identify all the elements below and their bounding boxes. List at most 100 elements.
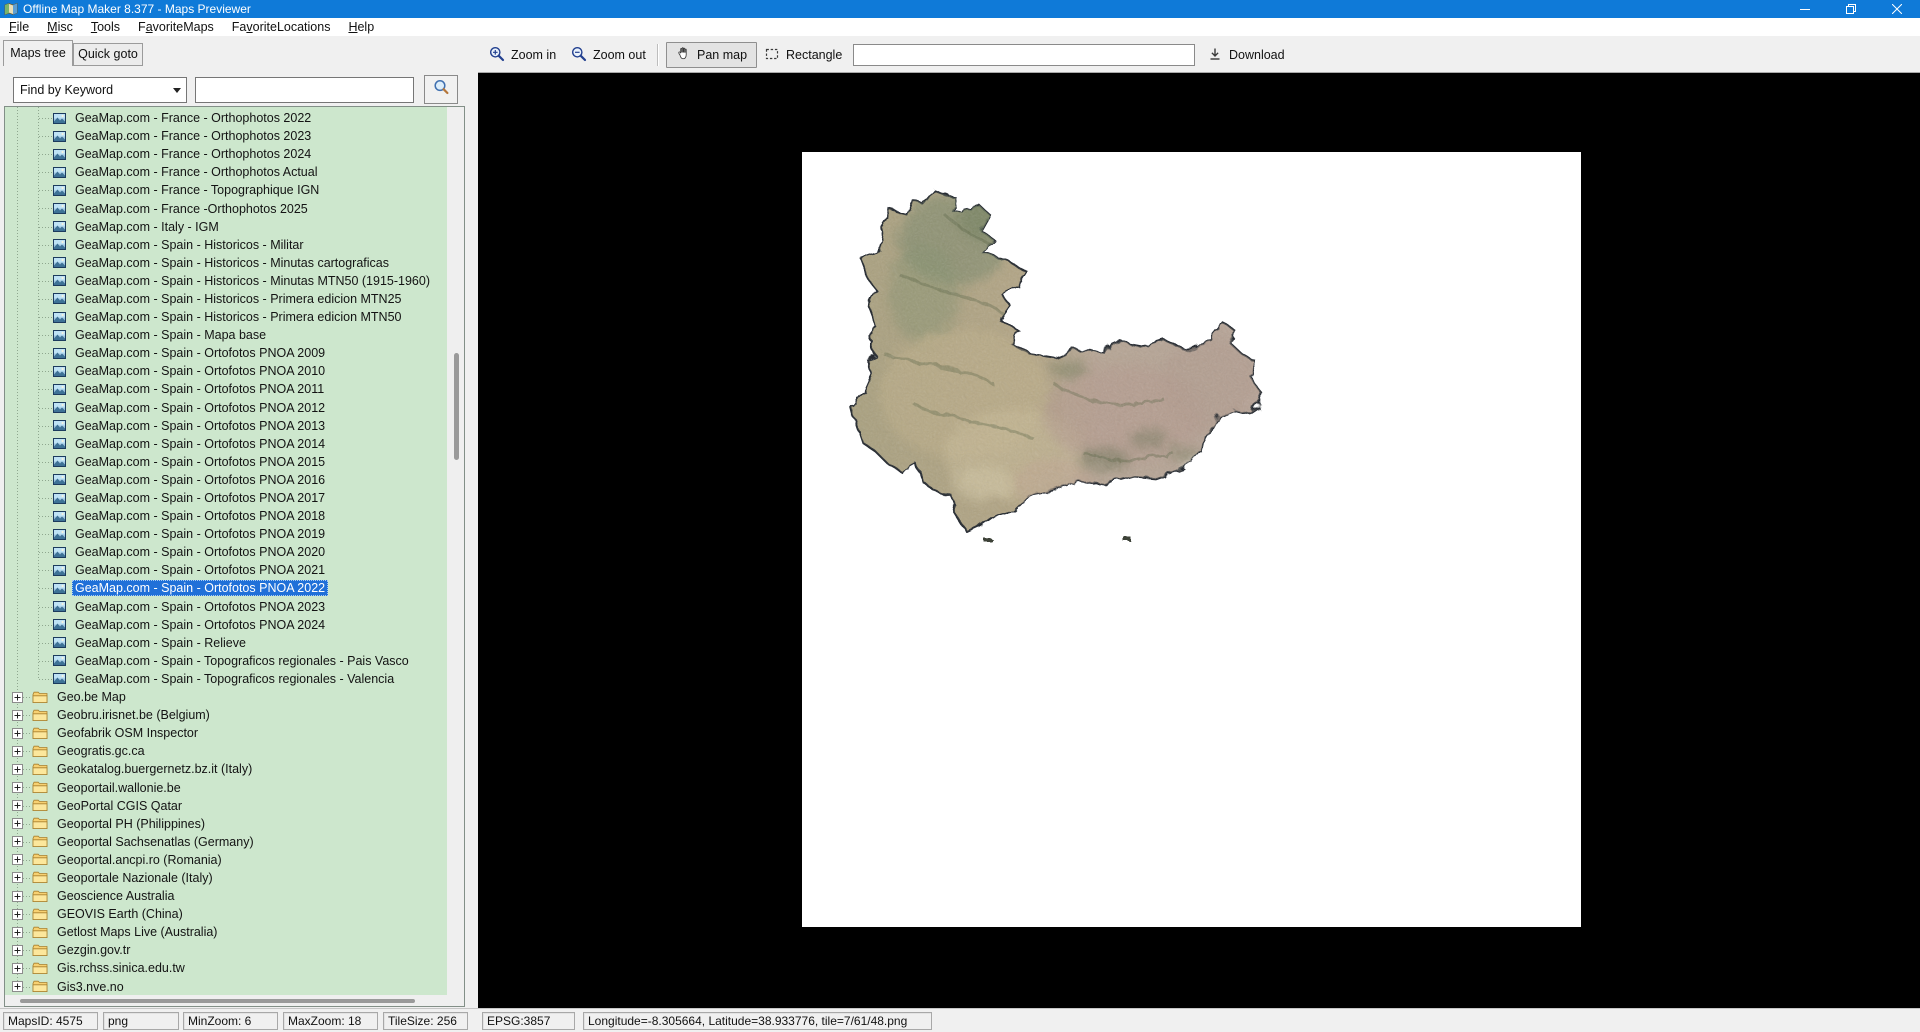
horizontal-scroll-thumb[interactable] [20,999,415,1003]
download-button[interactable]: Download [1202,42,1290,68]
expand-plus-icon[interactable] [12,927,23,938]
tree-map-row[interactable]: GeaMap.com - France - Orthophotos 2024 [5,145,447,163]
tree-folder-row[interactable]: Gis3.nve.no [5,978,447,996]
tree-map-row[interactable]: GeaMap.com - France - Topographique IGN [5,181,447,199]
chevron-down-icon[interactable] [168,78,186,102]
tree-map-row[interactable]: GeaMap.com - Spain - Relieve [5,634,447,652]
expand-plus-icon[interactable] [12,800,23,811]
vertical-scroll-thumb[interactable] [454,353,459,460]
tree-map-row[interactable]: GeaMap.com - Spain - Ortofotos PNOA 2023 [5,598,447,616]
tree-map-row[interactable]: GeaMap.com - Spain - Ortofotos PNOA 2012 [5,399,447,417]
keyword-search-input[interactable] [195,77,414,103]
tree-map-row[interactable]: GeaMap.com - Italy - IGM [5,218,447,236]
tree-map-row[interactable]: GeaMap.com - Spain - Historicos - Primer… [5,290,447,308]
tree-map-row[interactable]: GeaMap.com - Spain - Topograficos region… [5,652,447,670]
tree-map-row[interactable]: GeaMap.com - France - Orthophotos Actual [5,163,447,181]
tree-map-row[interactable]: GeaMap.com - Spain - Ortofotos PNOA 2021 [5,561,447,579]
tree-map-row[interactable]: GeaMap.com - France - Orthophotos 2022 [5,109,447,127]
tree-map-row[interactable]: GeaMap.com - Spain - Ortofotos PNOA 2017 [5,489,447,507]
folder-icon [32,835,48,848]
menu-item-favoritelocations[interactable]: FavoriteLocations [223,18,340,36]
tree-map-row[interactable]: GeaMap.com - Spain - Ortofotos PNOA 2014 [5,435,447,453]
expand-plus-icon[interactable] [12,891,23,902]
expand-plus-icon[interactable] [12,710,23,721]
tree-folder-row[interactable]: Gis.rchss.sinica.edu.tw [5,959,447,977]
map-layer-icon [53,384,66,395]
expand-plus-icon[interactable] [12,945,23,956]
expand-plus-icon[interactable] [12,764,23,775]
tree-map-row[interactable]: GeaMap.com - Spain - Ortofotos PNOA 2016 [5,471,447,489]
map-canvas[interactable] [478,73,1920,1008]
expand-plus-icon[interactable] [12,746,23,757]
maps-tree-viewport[interactable]: GeaMap.com - France - Orthophotos 2022Ge… [5,107,447,995]
map-layer-icon [53,637,66,648]
tab-maps-tree[interactable]: Maps tree [3,40,73,66]
folder-icon [32,871,48,884]
tree-vertical-scrollbar[interactable] [447,107,464,995]
menu-item-misc[interactable]: Misc [38,18,82,36]
minimize-button[interactable] [1782,0,1828,18]
map-layer-icon [53,312,66,323]
tree-map-row[interactable]: GeaMap.com - Spain - Historicos - Milita… [5,236,447,254]
tree-folder-row[interactable]: Getlost Maps Live (Australia) [5,923,447,941]
expand-plus-icon[interactable] [12,981,23,992]
tree-map-row[interactable]: GeaMap.com - Spain - Ortofotos PNOA 2011 [5,380,447,398]
tree-map-row[interactable]: GeaMap.com - Spain - Ortofotos PNOA 2019 [5,525,447,543]
pan-map-button[interactable]: Pan map [666,42,757,68]
expand-plus-icon[interactable] [12,836,23,847]
tree-folder-row[interactable]: Geofabrik OSM Inspector [5,724,447,742]
tree-map-row[interactable]: GeaMap.com - Spain - Ortofotos PNOA 2010 [5,362,447,380]
tree-map-row[interactable]: GeaMap.com - Spain - Ortofotos PNOA 2018 [5,507,447,525]
map-tile-area[interactable] [802,152,1581,927]
tree-folder-row[interactable]: Geo.be Map [5,688,447,706]
tree-folder-row[interactable]: GeoPortal CGIS Qatar [5,797,447,815]
tab-quick-goto[interactable]: Quick goto [73,43,143,66]
zoom-out-button[interactable]: Zoom out [566,42,651,68]
tree-folder-row[interactable]: GEOVIS Earth (China) [5,905,447,923]
tree-map-row[interactable]: GeaMap.com - France - Orthophotos 2023 [5,127,447,145]
expand-plus-icon[interactable] [12,909,23,920]
tree-map-row[interactable]: GeaMap.com - Spain - Ortofotos PNOA 2024 [5,616,447,634]
tree-folder-row[interactable]: Geoportail.wallonie.be [5,778,447,796]
tree-folder-row[interactable]: Geokatalog.buergernetz.bz.it (Italy) [5,760,447,778]
menu-item-tools[interactable]: Tools [82,18,129,36]
tree-map-row[interactable]: GeaMap.com - Spain - Historicos - Minuta… [5,272,447,290]
tree-map-row[interactable]: GeaMap.com - Spain - Topograficos region… [5,670,447,688]
tree-folder-row[interactable]: Geoportal PH (Philippines) [5,815,447,833]
zoom-in-button[interactable]: Zoom in [484,42,561,68]
menu-item-favoritemaps[interactable]: FavoriteMaps [129,18,223,36]
tree-map-row[interactable]: GeaMap.com - Spain - Mapa base [5,326,447,344]
tree-map-row[interactable]: GeaMap.com - Spain - Historicos - Minuta… [5,254,447,272]
tree-folder-row[interactable]: Geoscience Australia [5,887,447,905]
restore-button[interactable] [1828,0,1874,18]
tree-folder-row[interactable]: Geoportale Nazionale (Italy) [5,869,447,887]
tree-folder-row[interactable]: Geoportal Sachsenatlas (Germany) [5,833,447,851]
expand-plus-icon[interactable] [12,728,23,739]
rectangle-button[interactable]: Rectangle [759,42,847,68]
tree-map-row[interactable]: GeaMap.com - Spain - Ortofotos PNOA 2015 [5,453,447,471]
tree-map-row[interactable]: GeaMap.com - Spain - Ortofotos PNOA 2022 [5,579,447,597]
tree-map-row[interactable]: GeaMap.com - Spain - Historicos - Primer… [5,308,447,326]
tree-folder-row[interactable]: Gezgin.gov.tr [5,941,447,959]
expand-plus-icon[interactable] [12,692,23,703]
expand-plus-icon[interactable] [12,854,23,865]
expand-plus-icon[interactable] [12,963,23,974]
tree-folder-row[interactable]: Geobru.irisnet.be (Belgium) [5,706,447,724]
menu-item-help[interactable]: Help [339,18,383,36]
menu-item-file[interactable]: File [0,18,38,36]
status-field: Longitude=-8.305664, Latitude=38.933776,… [583,1012,932,1030]
toolbar-text-input[interactable] [853,44,1195,66]
expand-plus-icon[interactable] [12,782,23,793]
tree-map-row[interactable]: GeaMap.com - Spain - Ortofotos PNOA 2013 [5,417,447,435]
tree-map-row[interactable]: GeaMap.com - France -Orthophotos 2025 [5,199,447,217]
search-button[interactable] [424,75,458,104]
expand-plus-icon[interactable] [12,872,23,883]
find-mode-select[interactable]: Find by Keyword [13,77,187,103]
tree-horizontal-scrollbar[interactable] [5,995,464,1006]
tree-folder-row[interactable]: Geogratis.gc.ca [5,742,447,760]
tree-map-row[interactable]: GeaMap.com - Spain - Ortofotos PNOA 2020 [5,543,447,561]
tree-folder-row[interactable]: Geoportal.ancpi.ro (Romania) [5,851,447,869]
expand-plus-icon[interactable] [12,818,23,829]
tree-map-row[interactable]: GeaMap.com - Spain - Ortofotos PNOA 2009 [5,344,447,362]
close-button[interactable] [1874,0,1920,18]
